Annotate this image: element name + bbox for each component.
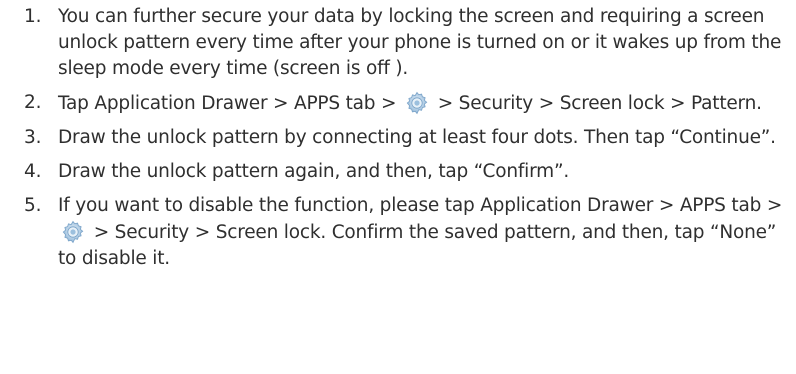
step-number: 4. [24, 161, 42, 182]
step-text: You can further secure your data by lock… [58, 6, 782, 79]
instruction-step-3: 3. Draw the unlock pattern by connecting… [0, 125, 796, 151]
step-text-after-icon: > Security > Screen lock. Confirm the sa… [58, 222, 777, 269]
step-number: 3. [24, 127, 42, 148]
instruction-step-1: 1. You can further secure your data by l… [0, 4, 796, 82]
instruction-step-2: 2. Tap Application Drawer > APPS tab > >… [0, 90, 796, 117]
step-text-after-icon: > Security > Screen lock > Pattern. [437, 93, 762, 114]
step-text: Draw the unlock pattern again, and then,… [58, 161, 570, 182]
step-text-before-icon: If you want to disable the function, ple… [58, 195, 783, 216]
instruction-list: 1. You can further secure your data by l… [0, 0, 796, 272]
step-text-before-icon: Tap Application Drawer > APPS tab > [58, 93, 397, 114]
step-text: Draw the unlock pattern by connecting at… [58, 127, 776, 148]
instruction-step-5: 5. If you want to disable the function, … [0, 193, 796, 272]
step-number: 1. [24, 6, 42, 27]
step-number: 5. [24, 195, 42, 216]
settings-gear-icon [404, 90, 430, 116]
settings-gear-icon [60, 219, 86, 245]
instruction-step-4: 4. Draw the unlock pattern again, and th… [0, 159, 796, 185]
step-number: 2. [24, 92, 42, 113]
